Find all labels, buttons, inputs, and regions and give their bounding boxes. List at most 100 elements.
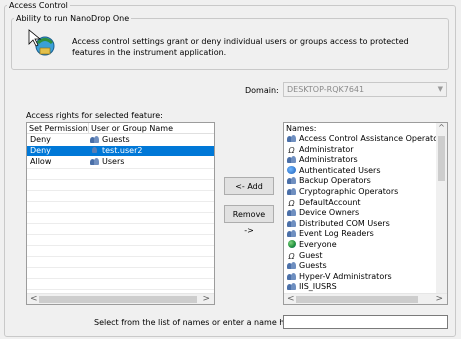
list-item-content: Everyone	[287, 240, 337, 250]
access-rights-list[interactable]: Set Permission User or Group Name Deny G…	[26, 122, 215, 305]
scroll-up-icon[interactable]: ^	[436, 123, 447, 132]
name-text: Guests	[102, 135, 130, 144]
list-item-label: Distributed COM Users	[299, 218, 390, 228]
grid-line	[27, 267, 214, 268]
list-item-content: Ω Administrator	[287, 144, 354, 155]
horizontal-scrollbar[interactable]: < >	[284, 293, 447, 304]
list-item[interactable]: Everyone	[284, 240, 436, 250]
scroll-right-icon[interactable]: >	[202, 294, 210, 304]
list-item-label: Event Log Readers	[299, 229, 374, 239]
single-user-icon: Ω	[288, 251, 295, 261]
rights-table-header: Set Permission User or Group Name	[27, 123, 214, 134]
grid-line	[27, 179, 214, 180]
name-cell: Guests	[90, 135, 130, 145]
globe-icon	[287, 240, 296, 248]
list-item-content: Authenticated Users	[287, 165, 380, 176]
group-icon	[90, 135, 99, 143]
list-item-content: Backup Operators	[287, 176, 371, 186]
name-text: Users	[102, 157, 125, 166]
list-item[interactable]: Backup Operators	[284, 176, 436, 186]
table-row[interactable]: Allow Users	[27, 157, 214, 167]
names-list[interactable]: Names: Access Control Assistance Operato…	[283, 122, 448, 305]
remove-button[interactable]: Remove ->	[224, 205, 274, 235]
user-icon	[90, 146, 99, 154]
domain-label: Domain:	[245, 86, 279, 95]
grid-line	[27, 223, 214, 224]
group-icon	[287, 208, 296, 217]
vertical-scrollbar[interactable]: ^	[436, 123, 447, 293]
name-cell: Users	[90, 157, 124, 167]
list-item-content: Distributed COM Users	[287, 219, 390, 229]
permission-cell: Allow	[30, 157, 52, 166]
names-header-label: Names:	[286, 124, 317, 133]
table-row[interactable]: Deny Guests	[27, 135, 214, 145]
grid-line	[27, 168, 214, 169]
list-item-content: Hyper-V Administrators	[287, 272, 392, 282]
list-item[interactable]: Event Log Readers	[284, 229, 436, 239]
scrollbar-thumb[interactable]	[296, 296, 418, 303]
list-item-content: Ω DefaultAccount	[287, 197, 361, 208]
list-item[interactable]: Administrators	[284, 155, 436, 165]
grid-line	[27, 234, 214, 235]
list-item-label: Access Control Assistance Operators	[299, 134, 446, 143]
list-item-content: Administrators	[287, 155, 358, 165]
list-item-content: Ω Guest	[287, 250, 323, 261]
group-icon	[287, 187, 296, 195]
list-item[interactable]: IIS_IUSRS	[284, 282, 436, 292]
access-control-icon	[27, 28, 59, 58]
scrollbar-thumb[interactable]	[438, 136, 445, 181]
column-header-user-or-group[interactable]: User or Group Name	[89, 123, 214, 134]
horizontal-scrollbar[interactable]: < >	[27, 293, 214, 304]
list-item[interactable]: Ω DefaultAccount	[284, 198, 436, 208]
group-icon	[287, 155, 296, 164]
list-item[interactable]: Ω Guest	[284, 251, 436, 261]
name-text: test.user2	[102, 146, 143, 155]
list-item-label: Device Owners	[299, 208, 360, 218]
list-item-label: DefaultAccount	[299, 197, 361, 207]
list-item[interactable]: Ω Administrator	[284, 145, 436, 155]
list-item-label: IIS_IUSRS	[299, 282, 337, 292]
scroll-left-icon[interactable]: <	[30, 294, 38, 304]
list-item-content: Event Log Readers	[287, 229, 374, 239]
group-icon	[90, 157, 99, 165]
group-icon	[287, 176, 296, 185]
description-text: Access control settings grant or deny in…	[72, 37, 409, 57]
list-item[interactable]: Authenticated Users	[284, 165, 436, 176]
group-icon	[287, 272, 296, 280]
list-item[interactable]: Distributed COM Users	[284, 219, 436, 229]
list-item[interactable]: Guests	[284, 261, 436, 271]
grid-line	[27, 289, 214, 290]
list-item-content: Access Control Assistance Operators	[287, 134, 446, 144]
add-button[interactable]: <- Add	[224, 177, 274, 195]
domain-select[interactable]: DESKTOP-RQK7641 ▼	[283, 82, 447, 97]
name-input[interactable]	[283, 315, 448, 329]
group-icon	[287, 261, 296, 270]
list-item-content: Cryptographic Operators	[287, 187, 398, 197]
list-item[interactable]: Device Owners	[284, 208, 436, 218]
scroll-right-icon[interactable]: >	[435, 294, 443, 304]
list-item-label: Administrators	[299, 155, 358, 165]
rights-label: Access rights for selected feature:	[26, 111, 163, 120]
list-item-label: Guest	[299, 250, 323, 260]
permission-cell: Deny	[30, 135, 51, 144]
group-icon	[287, 219, 296, 227]
table-row[interactable]: Deny test.user2	[27, 146, 214, 156]
list-item[interactable]: Access Control Assistance Operators	[284, 134, 446, 144]
list-item[interactable]: Cryptographic Operators	[284, 187, 436, 197]
grid-line	[27, 190, 214, 191]
column-header-set-permission[interactable]: Set Permission	[27, 123, 89, 134]
group-icon	[287, 134, 296, 142]
name-entry-label: Select from the list of names or enter a…	[94, 318, 301, 327]
list-item-label: Backup Operators	[299, 176, 371, 186]
list-item-content: Guests	[287, 261, 327, 271]
access-control-title: Access Control	[9, 1, 68, 10]
list-item-label: Administrator	[299, 144, 354, 154]
list-item[interactable]: Hyper-V Administrators	[284, 272, 436, 282]
names-header: Names:	[284, 123, 436, 134]
scroll-left-icon[interactable]: <	[287, 294, 295, 304]
scrollbar-thumb[interactable]	[39, 296, 197, 303]
grid-line	[27, 278, 214, 279]
domain-value: DESKTOP-RQK7641	[287, 85, 365, 94]
permission-cell: Deny	[30, 146, 51, 155]
grid-line	[27, 201, 214, 202]
